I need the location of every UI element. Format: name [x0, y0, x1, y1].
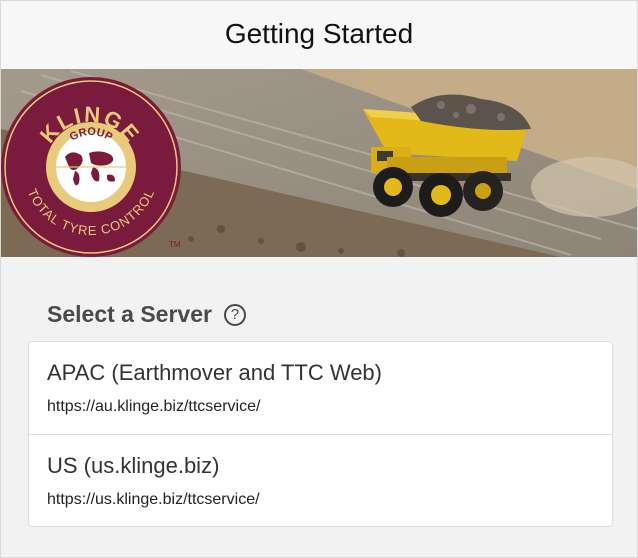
server-section-header: Select a Server ?	[47, 301, 246, 328]
server-url: https://us.klinge.biz/ttcservice/	[47, 491, 260, 508]
header-banner-image: KLINGE GROUP TOTAL TYRE CONTROL TM	[1, 69, 637, 257]
server-option-us[interactable]: US (us.klinge.biz) https://us.klinge.biz…	[29, 434, 612, 526]
select-server-heading: Select a Server	[47, 301, 212, 327]
server-name: APAC (Earthmover and TTC Web)	[47, 360, 382, 385]
help-icon[interactable]: ?	[223, 303, 246, 326]
server-option-apac[interactable]: APAC (Earthmover and TTC Web) https://au…	[29, 342, 612, 434]
app-screen: Getting Started KLINGE GROUP TOTAL TYRE …	[0, 0, 638, 558]
logo-trademark: TM	[169, 240, 181, 249]
server-url: https://au.klinge.biz/ttcservice/	[47, 398, 261, 415]
klinge-group-logo: KLINGE GROUP TOTAL TYRE CONTROL TM	[1, 77, 181, 257]
server-list: APAC (Earthmover and TTC Web) https://au…	[28, 341, 613, 527]
server-name: US (us.klinge.biz)	[47, 453, 220, 478]
navigation-bar: Getting Started	[1, 1, 637, 69]
page-title: Getting Started	[224, 18, 414, 49]
